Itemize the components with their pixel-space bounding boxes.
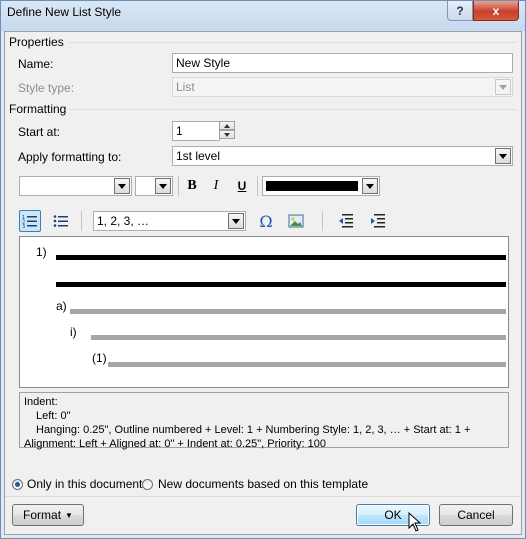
only-in-document-label[interactable]: Only in this document bbox=[27, 477, 142, 491]
preview-level-4-line bbox=[108, 362, 506, 367]
ok-button-label: OK bbox=[384, 508, 402, 522]
chevron-up-icon bbox=[224, 123, 230, 128]
font-color-swatch bbox=[266, 181, 358, 191]
list-preview: 1) a) i) (1) bbox=[19, 236, 509, 388]
font-size-dropdown-arrow[interactable] bbox=[155, 178, 171, 194]
radio-selected-dot bbox=[15, 482, 20, 487]
preview-level-2-line bbox=[70, 309, 506, 314]
apply-formatting-value: 1st level bbox=[176, 149, 221, 163]
dialog-body: Properties Name: Style type: List Format… bbox=[4, 31, 522, 535]
close-button[interactable]: x bbox=[473, 1, 519, 21]
number-style-value: 1, 2, 3, … bbox=[97, 214, 150, 228]
toolbar-separator bbox=[322, 211, 323, 231]
title-bar[interactable]: Define New List Style ? x bbox=[1, 1, 525, 31]
picture-icon bbox=[288, 214, 304, 228]
help-button[interactable]: ? bbox=[447, 1, 473, 21]
numbered-list-icon: 1 2 3 bbox=[22, 215, 37, 228]
style-type-value: List bbox=[176, 80, 195, 94]
increase-indent-button[interactable] bbox=[366, 210, 388, 232]
toolbar-separator bbox=[178, 176, 179, 196]
number-style-dropdown-arrow[interactable] bbox=[228, 213, 244, 229]
bullets-button[interactable] bbox=[50, 210, 72, 232]
picture-bullet-button[interactable] bbox=[285, 210, 307, 232]
insert-symbol-button[interactable]: Ω bbox=[255, 210, 277, 232]
description-line: Indent: bbox=[24, 396, 58, 408]
chevron-down-icon bbox=[224, 132, 230, 137]
font-color-dropdown-arrow[interactable] bbox=[362, 178, 378, 194]
preview-level-3-label: i) bbox=[70, 325, 77, 339]
close-icon: x bbox=[492, 3, 500, 18]
style-type-label: Style type: bbox=[18, 81, 75, 95]
preview-level-1-line bbox=[56, 282, 506, 287]
description-line: Alignment: Left + Aligned at: 0" + Inden… bbox=[24, 438, 326, 450]
new-documents-template-label[interactable]: New documents based on this template bbox=[158, 477, 368, 491]
cancel-button-label: Cancel bbox=[457, 508, 495, 522]
increase-indent-icon bbox=[371, 214, 385, 228]
font-color-select[interactable] bbox=[262, 176, 380, 196]
font-name-dropdown-arrow[interactable] bbox=[114, 178, 130, 194]
properties-divider bbox=[69, 42, 517, 43]
preview-level-1-line bbox=[56, 255, 506, 260]
new-documents-template-radio[interactable] bbox=[142, 479, 153, 490]
start-at-label: Start at: bbox=[18, 125, 61, 139]
define-list-style-dialog: Define New List Style ? x Properties Nam… bbox=[0, 0, 526, 539]
toolbar-separator bbox=[81, 211, 82, 231]
decrease-indent-button[interactable] bbox=[334, 210, 356, 232]
style-description: Indent: Left: 0" Hanging: 0.25", Outline… bbox=[19, 392, 509, 450]
start-at-spin-down[interactable] bbox=[219, 130, 235, 139]
formatting-divider bbox=[69, 109, 517, 110]
number-style-select[interactable]: 1, 2, 3, … bbox=[93, 211, 246, 231]
properties-group-label: Properties bbox=[9, 35, 64, 49]
preview-level-3-line bbox=[91, 335, 506, 340]
name-label: Name: bbox=[18, 57, 54, 71]
chevron-down-icon bbox=[499, 153, 507, 159]
toolbar-separator bbox=[257, 176, 258, 196]
footer-divider bbox=[5, 496, 521, 497]
help-icon: ? bbox=[456, 3, 464, 18]
font-size-select[interactable] bbox=[135, 176, 173, 196]
chevron-down-icon bbox=[366, 183, 374, 189]
preview-level-2-label: a) bbox=[56, 299, 67, 313]
bold-button[interactable]: B bbox=[181, 175, 203, 197]
style-type-select[interactable]: List bbox=[172, 77, 513, 97]
apply-formatting-select[interactable]: 1st level bbox=[172, 146, 513, 166]
cancel-button[interactable]: Cancel bbox=[439, 504, 513, 526]
style-type-dropdown-arrow[interactable] bbox=[495, 79, 511, 95]
svg-text:3: 3 bbox=[22, 224, 25, 228]
numbering-button[interactable]: 1 2 3 bbox=[19, 210, 41, 232]
mouse-cursor-icon bbox=[408, 512, 422, 532]
chevron-down-icon bbox=[499, 84, 507, 90]
description-line: Left: 0" bbox=[36, 410, 71, 422]
bulleted-list-icon bbox=[53, 215, 68, 227]
font-name-select[interactable] bbox=[19, 176, 132, 196]
start-at-spin-up[interactable] bbox=[219, 121, 235, 130]
description-line: Hanging: 0.25", Outline numbered + Level… bbox=[36, 424, 471, 436]
italic-button[interactable]: I bbox=[205, 175, 227, 197]
only-in-document-radio[interactable] bbox=[12, 479, 23, 490]
chevron-down-icon bbox=[232, 218, 240, 224]
format-button[interactable]: Format ▼ bbox=[12, 504, 84, 526]
preview-level-1-label: 1) bbox=[36, 245, 47, 259]
decrease-indent-icon bbox=[339, 214, 353, 228]
preview-level-4-label: (1) bbox=[92, 351, 107, 365]
start-at-input[interactable] bbox=[172, 121, 220, 141]
format-button-label: Format bbox=[23, 508, 62, 522]
underline-button[interactable]: U bbox=[231, 175, 253, 197]
chevron-down-icon bbox=[118, 183, 126, 189]
chevron-down-icon bbox=[159, 183, 167, 189]
chevron-down-icon: ▼ bbox=[65, 510, 73, 520]
formatting-group-label: Formatting bbox=[9, 102, 67, 116]
apply-formatting-label: Apply formatting to: bbox=[18, 150, 122, 164]
apply-formatting-dropdown-arrow[interactable] bbox=[495, 148, 511, 164]
name-input[interactable] bbox=[172, 53, 513, 73]
window-title: Define New List Style bbox=[7, 5, 122, 19]
